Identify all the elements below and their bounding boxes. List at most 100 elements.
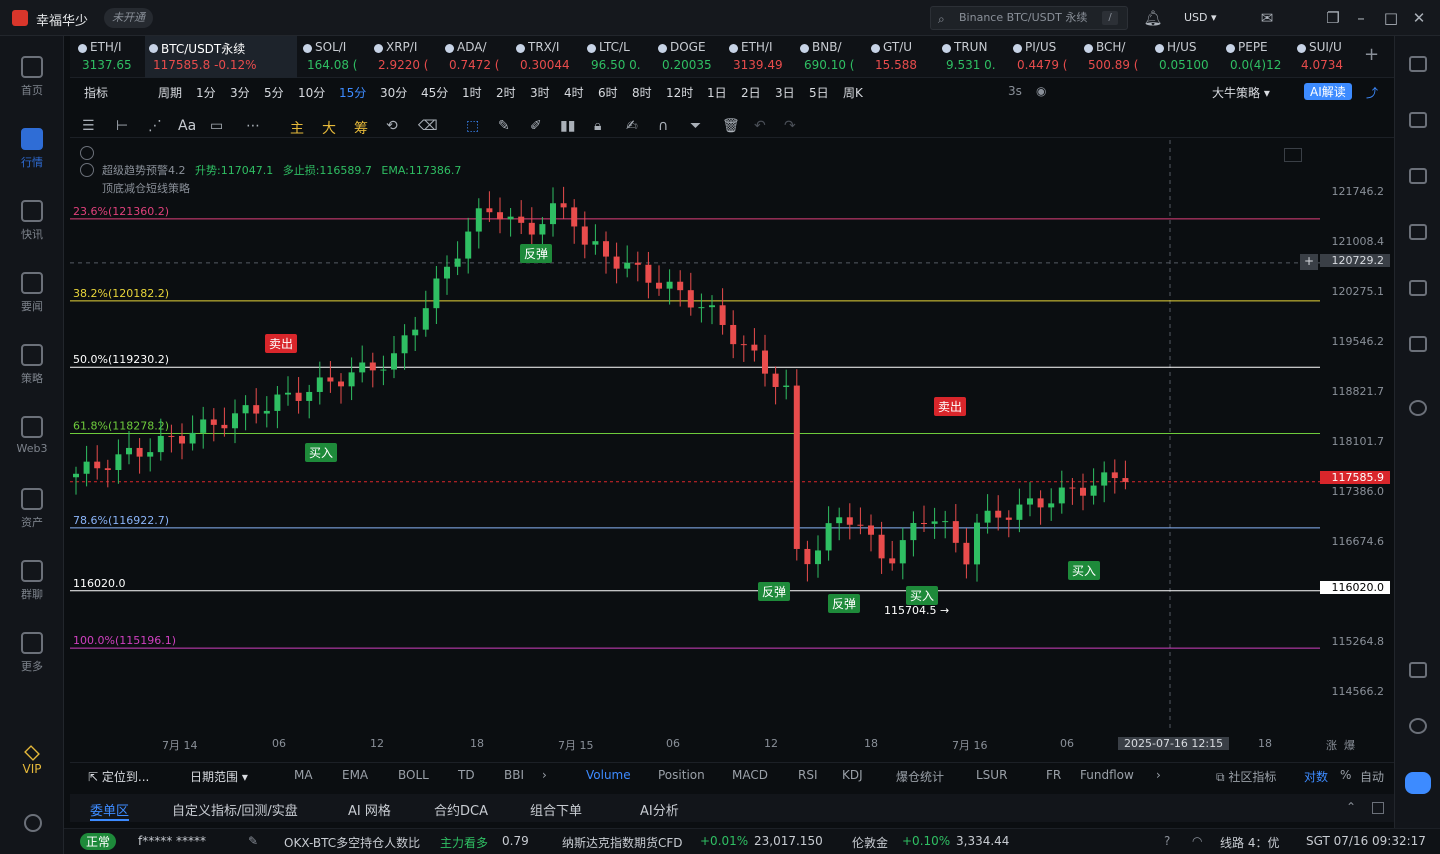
period-14[interactable]: 8时	[632, 84, 652, 101]
indicator-position[interactable]: Position	[658, 768, 705, 782]
close-icon[interactable]: ✕	[1408, 8, 1430, 28]
indicator-boll[interactable]: BOLL	[398, 768, 429, 782]
undo-icon[interactable]: ↶	[754, 118, 766, 134]
ruler-icon[interactable]: ▭	[210, 118, 223, 134]
bottom-tab-4[interactable]: 组合下单	[530, 800, 582, 819]
period-16[interactable]: 1日	[707, 84, 727, 101]
candlestick-chart[interactable]: 23.6%(121360.2) 38.2%(120182.2) 50.0%(1192…	[70, 140, 1320, 730]
search-input[interactable]: Binance BTC/USDT 永续	[930, 6, 1128, 30]
main-indicator-toggle[interactable]: 主	[290, 118, 304, 138]
chevron-right-icon[interactable]: ›	[542, 768, 547, 782]
gold-label[interactable]: 伦敦金	[852, 834, 888, 851]
popout-icon[interactable]: ❐	[1322, 8, 1344, 28]
trendline-icon[interactable]: ⋰	[148, 118, 162, 134]
depth-chart-icon[interactable]	[1409, 224, 1427, 240]
more-tools-icon[interactable]: ⋯	[246, 118, 260, 134]
connection-status[interactable]: 正常	[80, 833, 117, 850]
period-8[interactable]: 45分	[421, 84, 448, 101]
sidebar-item-1[interactable]: 行情	[0, 118, 64, 182]
chip-indicator-toggle[interactable]: 筹	[354, 118, 368, 138]
assistant-bot-icon[interactable]	[1405, 772, 1431, 794]
ticker-item[interactable]: H/US 0.05100	[1151, 36, 1223, 78]
period-13[interactable]: 6时	[598, 84, 618, 101]
headset-icon[interactable]	[1409, 718, 1427, 734]
pen-icon[interactable]: ✎	[498, 118, 510, 134]
share-icon[interactable]: ⤴	[1366, 84, 1378, 101]
menu-icon[interactable]: ☰	[82, 118, 95, 134]
calculator-icon[interactable]	[1409, 336, 1427, 352]
ticker-item[interactable]: GT/U 15.588	[867, 36, 939, 78]
currency-select[interactable]: USD ▾	[1184, 8, 1238, 28]
trash-icon[interactable]: 🗑︎	[722, 118, 740, 134]
magnet-icon[interactable]: ∩	[658, 118, 668, 134]
edit-icon[interactable]: ✎	[248, 834, 258, 848]
ticker-item[interactable]: SOL/I 164.08 (	[299, 36, 371, 78]
ticker-item[interactable]: XRP/I 2.9220 (	[370, 36, 442, 78]
ticker-item[interactable]: LTC/L 96.50 0.	[583, 36, 655, 78]
auto-scale-toggle[interactable]: 自动	[1360, 768, 1384, 785]
ticker-item[interactable]: BCH/500.89 (	[1080, 36, 1152, 78]
speed-setting[interactable]: 3s	[1008, 84, 1022, 98]
time-axis[interactable]: 7月 14 06 12 18 7月 15 06 12 18 7月 16 06 18 2025-07-1…	[70, 734, 1355, 756]
ticker-item[interactable]: BNB/690.10 (	[796, 36, 868, 78]
orderbook-icon[interactable]	[1409, 112, 1427, 128]
bottom-tab-0[interactable]: 委单区	[90, 800, 130, 821]
period-9[interactable]: 1时	[462, 84, 482, 101]
indicator-fr[interactable]: FR	[1046, 768, 1061, 782]
indicator-kdj[interactable]: KDJ	[842, 768, 863, 782]
line-quality[interactable]: 线路 4：优	[1220, 834, 1279, 851]
log-scale-toggle[interactable]: 对数	[1304, 768, 1328, 785]
period-7[interactable]: 30分	[380, 84, 407, 101]
big-indicator-toggle[interactable]: 大	[322, 118, 336, 138]
ai-button[interactable]: AI解读	[1304, 83, 1352, 100]
maximize-icon[interactable]: □	[1380, 8, 1402, 28]
indicator-bbi[interactable]: BBI	[504, 768, 524, 782]
monitor-icon[interactable]	[1409, 280, 1427, 296]
chevron-up-icon[interactable]: ⌃	[1346, 800, 1356, 814]
period-3[interactable]: 3分	[230, 84, 250, 101]
bottom-tab-2[interactable]: AI 网格	[348, 800, 391, 819]
hline-icon[interactable]: ⊢	[116, 118, 128, 134]
indicator-rsi[interactable]: RSI	[798, 768, 818, 782]
indicator-macd[interactable]: MACD	[732, 768, 768, 782]
refresh-icon[interactable]	[1409, 400, 1427, 416]
indicator-ma[interactable]: MA	[294, 768, 313, 782]
period-11[interactable]: 3时	[530, 84, 550, 101]
period-10[interactable]: 2时	[496, 84, 516, 101]
ticker-item[interactable]: ETH/I 3137.65	[74, 36, 146, 78]
indicator-volume[interactable]: Volume	[586, 768, 631, 782]
ticker-item[interactable]: TRX/I 0.30044	[512, 36, 584, 78]
period-0[interactable]: 指标	[84, 84, 108, 101]
ticker-item[interactable]: TRUN 9.531 0.	[938, 36, 1010, 78]
sidebar-item-5[interactable]: Web3	[0, 406, 64, 470]
collapse-icon[interactable]	[80, 146, 94, 160]
ticker-item[interactable]: ETH/I 3139.49	[725, 36, 797, 78]
ratio-label[interactable]: OKX-BTC多空持仓人数比	[284, 834, 420, 851]
bottom-tab-5[interactable]: AI分析	[640, 800, 679, 819]
sidebar-item-2[interactable]: 快讯	[0, 190, 64, 254]
layout-icon[interactable]	[1409, 662, 1427, 678]
filter-icon[interactable]: ⏷	[690, 118, 701, 134]
ticker-item[interactable]: DOGE 0.20035	[654, 36, 726, 78]
bottom-tab-1[interactable]: 自定义指标/回测/实盘	[172, 800, 298, 819]
add-ticker-icon[interactable]: +	[1364, 44, 1379, 65]
sidebar-item-4[interactable]: 策略	[0, 334, 64, 398]
chevron-right-icon[interactable]: ›	[1156, 768, 1161, 782]
period-18[interactable]: 3日	[775, 84, 795, 101]
redo-icon[interactable]: ↷	[784, 118, 796, 134]
sidebar-item-6[interactable]: 资产	[0, 478, 64, 542]
dollar-icon[interactable]	[1409, 168, 1427, 184]
note-icon[interactable]: ✍	[626, 118, 638, 134]
vip-entry[interactable]: VIP	[0, 745, 64, 776]
period-5[interactable]: 10分	[298, 84, 325, 101]
minimize-icon[interactable]: –	[1350, 8, 1372, 28]
indicator-fundflow[interactable]: Fundflow	[1080, 768, 1134, 782]
period-2[interactable]: 1分	[196, 84, 216, 101]
period-15[interactable]: 12时	[666, 84, 693, 101]
price-axis[interactable]: 121746.2 121008.4 120275.1 119546.2 118821.7…	[1300, 140, 1392, 730]
expand-icon[interactable]	[1372, 802, 1384, 814]
period-4[interactable]: 5分	[264, 84, 284, 101]
ticker-item[interactable]: SUI/U 4.0734	[1293, 36, 1365, 78]
ticker-item[interactable]: PEPE 0.0(4)12	[1222, 36, 1294, 78]
help-icon[interactable]: ?	[1164, 834, 1170, 848]
